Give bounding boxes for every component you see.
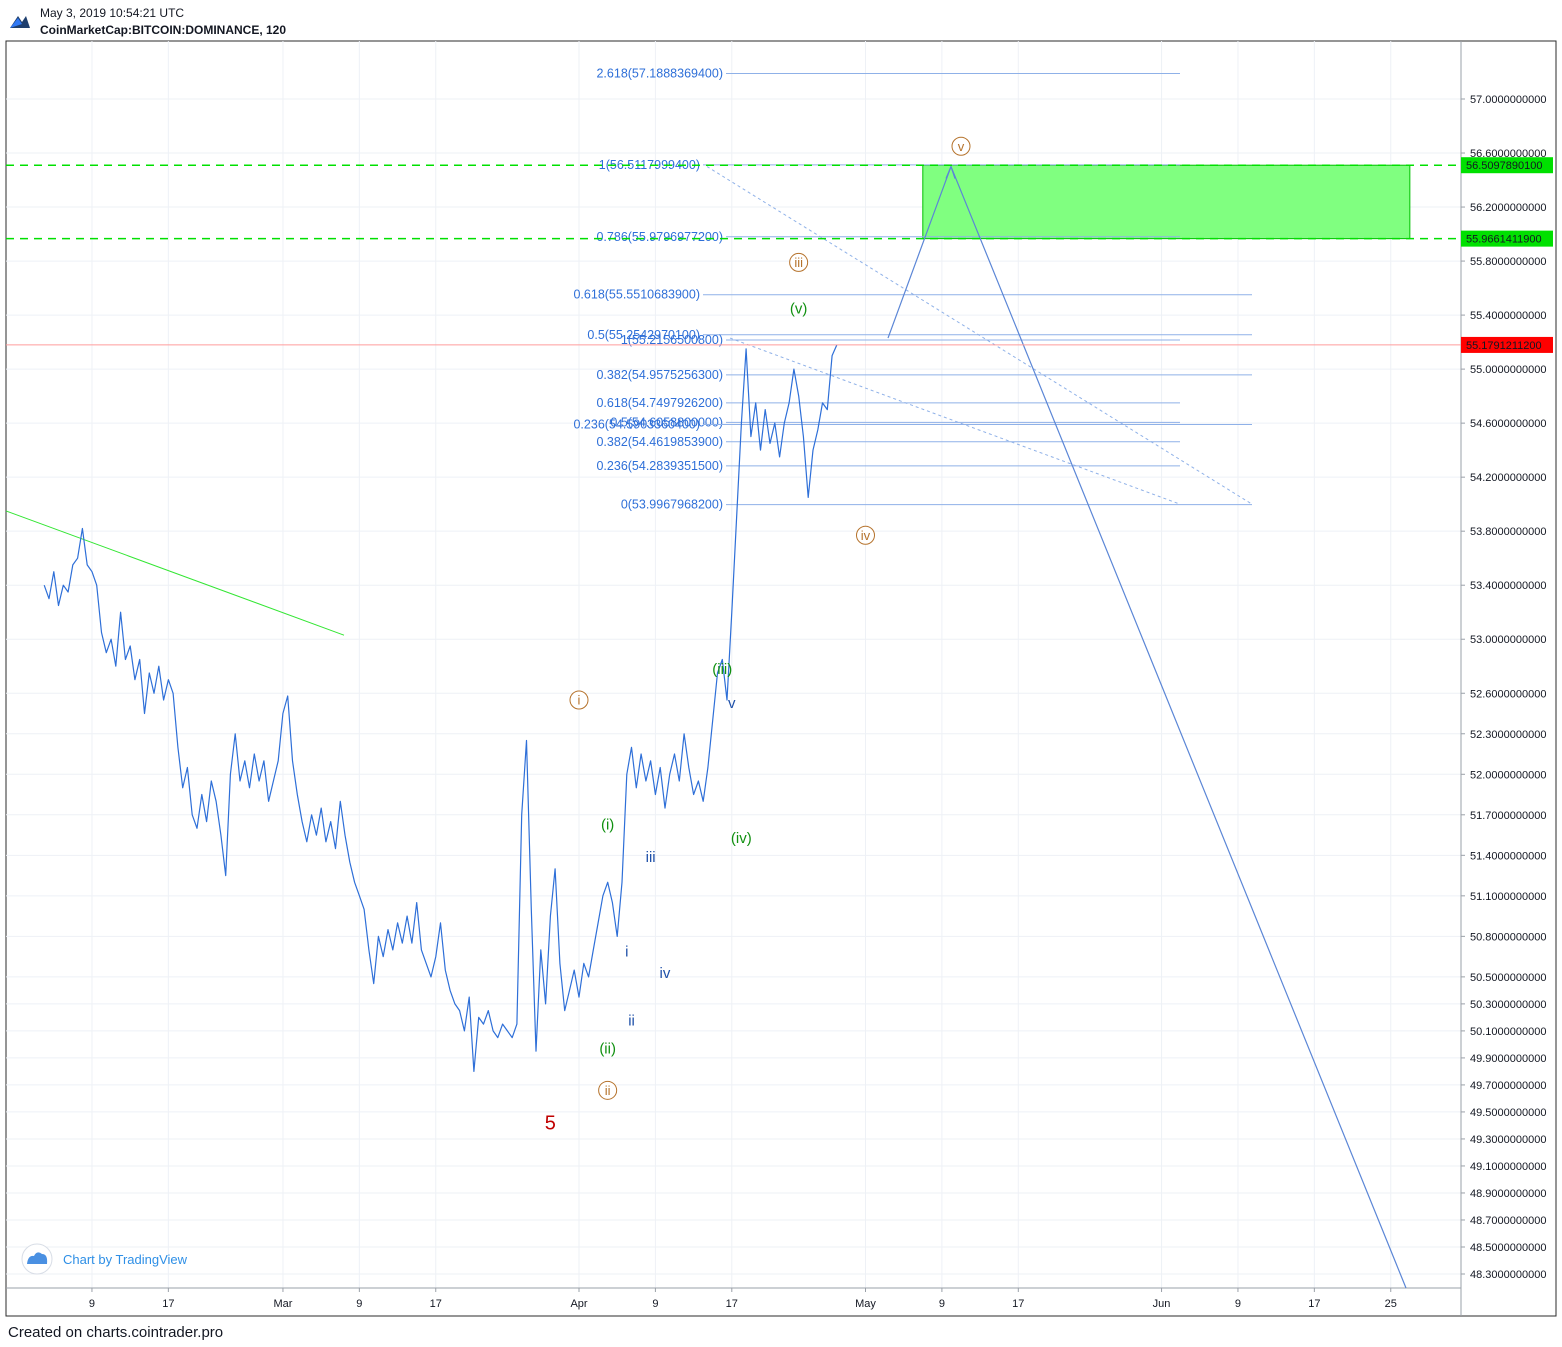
footer-credit: Created on charts.cointrader.pro: [8, 1324, 224, 1341]
fib-level-label: 0.618(55.5510683900): [573, 288, 700, 302]
wave-label: v: [958, 139, 965, 154]
fibonacci-layer: 2.618(57.1888369400)1(56.5117999400)0.78…: [573, 66, 1253, 512]
price-tick-label: 50.3000000000: [1470, 999, 1546, 1011]
target-zone-layer: [922, 164, 1411, 240]
time-tick-label: Jun: [1153, 1298, 1171, 1310]
time-tick-label: 9: [89, 1298, 95, 1310]
price-tick-label: 48.3000000000: [1470, 1269, 1546, 1281]
green-trend-line: [5, 510, 345, 636]
wave-label: iv: [660, 965, 671, 982]
fib-level-label: 0.618(54.7497926200): [596, 396, 723, 410]
price-tick-label: 55.0000000000: [1470, 364, 1546, 376]
price-tick-label: 56.2000000000: [1470, 202, 1546, 214]
time-tick-label: 9: [356, 1298, 362, 1310]
wave-label: iv: [861, 528, 871, 543]
price-tick-label: 51.7000000000: [1470, 810, 1546, 822]
level-price-badge-label: 55.9661411900: [1466, 234, 1542, 246]
price-tick-label: 54.6000000000: [1470, 418, 1546, 430]
time-tick-label: Apr: [570, 1298, 587, 1310]
wave-label: ii: [628, 1012, 635, 1029]
price-tick-label: 51.4000000000: [1470, 850, 1546, 862]
fib-level-label: 0.382(54.4619853900): [596, 435, 723, 449]
fib-level-label: 0.786(55.9796977200): [596, 230, 723, 244]
wave-label: ii: [605, 1083, 611, 1098]
price-tick-label: 48.7000000000: [1470, 1215, 1546, 1227]
tradingview-watermark[interactable]: Chart by TradingView: [21, 1243, 188, 1275]
wave-label: iii: [794, 255, 803, 270]
price-series-layer: [43, 344, 838, 1072]
price-tick-label: 48.5000000000: [1470, 1242, 1546, 1254]
time-tick-label: 17: [162, 1298, 174, 1310]
price-tick-label: 53.8000000000: [1470, 526, 1546, 538]
price-tick-label: 49.9000000000: [1470, 1053, 1546, 1065]
time-tick-label: Mar: [273, 1298, 292, 1310]
wave-label: (iv): [731, 830, 752, 847]
price-tick-label: 48.9000000000: [1470, 1188, 1546, 1200]
price-tick-label: 51.1000000000: [1470, 891, 1546, 903]
fib-level-label: 0.236(54.2839351500): [596, 459, 723, 473]
time-tick-label: 17: [430, 1298, 442, 1310]
wave-label: (ii): [599, 1041, 616, 1058]
level-price-badge-label: 56.5097890100: [1466, 160, 1542, 172]
price-line: [43, 344, 838, 1072]
target-zone: [922, 164, 1411, 240]
price-tick-label: 52.6000000000: [1470, 688, 1546, 700]
wave-label: v: [728, 695, 736, 712]
wave-label: i: [625, 943, 628, 960]
price-tick-label: 49.5000000000: [1470, 1107, 1546, 1119]
price-tick-label: 55.4000000000: [1470, 310, 1546, 322]
time-tick-label: May: [855, 1298, 876, 1310]
time-tick-label: 17: [1308, 1298, 1320, 1310]
time-tick-label: 17: [1012, 1298, 1024, 1310]
fib-level-label: 0.236(54.5903360400): [573, 417, 700, 431]
price-badges-layer: 56.5097890100 55.9661411900 55.1791211200: [1461, 157, 1553, 353]
price-tick-label: 50.1000000000: [1470, 1026, 1546, 1038]
time-tick-label: 25: [1385, 1298, 1397, 1310]
price-tick-label: 54.2000000000: [1470, 472, 1546, 484]
price-tick-label: 50.5000000000: [1470, 972, 1546, 984]
time-tick-label: 17: [726, 1298, 738, 1310]
price-tick-label: 49.1000000000: [1470, 1161, 1546, 1173]
last-price-badge-label: 55.1791211200: [1466, 340, 1542, 352]
price-tick-label: 49.3000000000: [1470, 1134, 1546, 1146]
price-tick-label: 52.3000000000: [1470, 729, 1546, 741]
wave-label: 5: [545, 1113, 556, 1135]
price-axis[interactable]: 57.000000000056.600000000056.20000000005…: [1461, 94, 1546, 1281]
price-tick-label: 49.7000000000: [1470, 1080, 1546, 1092]
time-axis[interactable]: 9 17 Mar 9 17 Apr 9 17 May 9 17 Jun 9 17 25: [89, 1288, 1397, 1310]
wave-label: (i): [601, 817, 614, 834]
wave-label: iii: [646, 849, 656, 866]
time-tick-label: 9: [939, 1298, 945, 1310]
price-tick-label: 50.8000000000: [1470, 931, 1546, 943]
fib-level-label: 0.382(54.9575256300): [596, 368, 723, 382]
wave-label: (iii): [712, 661, 732, 678]
price-tick-label: 53.4000000000: [1470, 580, 1546, 592]
watermark-text: Chart by TradingView: [63, 1252, 188, 1267]
price-tick-label: 53.0000000000: [1470, 634, 1546, 646]
price-chart[interactable]: 2.618(57.1888369400)1(56.5117999400)0.78…: [0, 0, 1562, 1347]
price-tick-label: 52.0000000000: [1470, 769, 1546, 781]
wave-label: i: [578, 693, 581, 708]
price-tick-label: 57.0000000000: [1470, 94, 1546, 106]
price-tick-label: 55.8000000000: [1470, 256, 1546, 268]
fib-diagonal: [729, 337, 1181, 505]
fib-level-label: 2.618(57.1888369400): [596, 66, 723, 80]
time-tick-label: 9: [652, 1298, 658, 1310]
wave-label: (v): [790, 301, 808, 318]
time-tick-label: 9: [1235, 1298, 1241, 1310]
fib-level-label: 0(53.9967968200): [621, 498, 723, 512]
